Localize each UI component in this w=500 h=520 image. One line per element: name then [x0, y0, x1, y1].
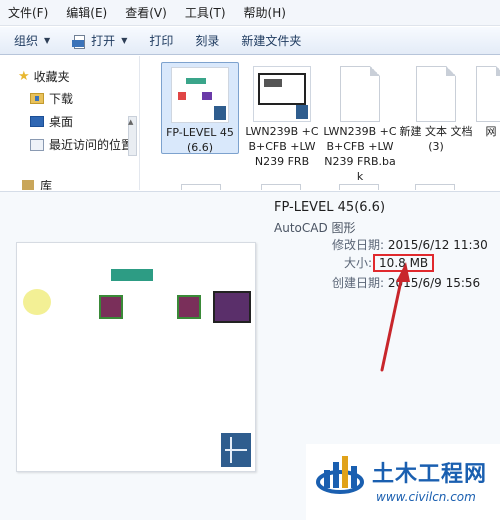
red-arrow-annotation — [380, 262, 410, 372]
site-watermark: 土木工程网 www.civilcn.com — [306, 444, 500, 520]
civil-logo-icon — [316, 456, 364, 494]
watermark-url: www.civilcn.com — [376, 490, 476, 504]
watermark-title: 土木工程网 — [372, 462, 488, 487]
